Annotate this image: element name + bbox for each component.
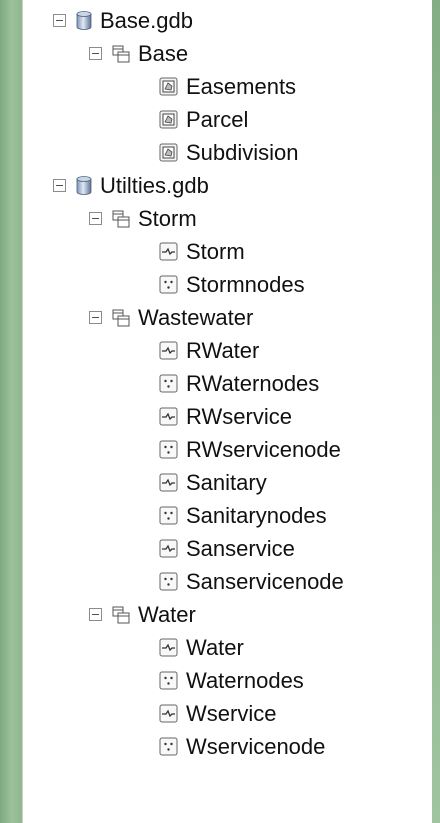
collapse-toggle-icon[interactable] [89,311,102,324]
tree-item-label: Subdivision [186,139,299,165]
polygon-feature-class-icon [159,77,178,96]
catalog-tree-panel: Base.gdb Base Easements Parcel Subdivision Ut… [22,0,434,823]
collapse-toggle-icon[interactable] [53,179,66,192]
tree-item-label: Sanservice [186,535,295,561]
database-icon [76,176,92,195]
tree-item-label: Wservice [186,700,277,726]
tree-item-label: Storm [186,238,245,264]
tree-item-storm[interactable]: Storm [23,235,433,268]
window-right-border [432,0,440,823]
point-feature-class-icon [159,374,178,393]
polygon-feature-class-icon [159,143,178,162]
tree-item-sanservice[interactable]: Sanservice [23,532,433,565]
tree-item-label: Wservicenode [186,733,326,759]
line-feature-class-icon [159,473,178,492]
tree-item-rwservicenode[interactable]: RWservicenode [23,433,433,466]
feature-dataset-icon [112,210,130,228]
window-frame: Base.gdb Base Easements Parcel Subdivision Ut… [0,0,440,823]
tree-item-sanitarynodes[interactable]: Sanitarynodes [23,499,433,532]
tree-item-label: RWservicenode [186,436,341,462]
tree-item-water[interactable]: Water [23,598,433,631]
point-feature-class-icon [159,440,178,459]
point-feature-class-icon [159,671,178,690]
tree-item-label: Storm [138,205,197,231]
tree-item-label: Base [138,40,189,66]
tree-item-wservicenode[interactable]: Wservicenode [23,730,433,763]
point-feature-class-icon [159,275,178,294]
tree-item-rwater[interactable]: RWater [23,334,433,367]
tree-item-sanservicenode[interactable]: Sanservicenode [23,565,433,598]
tree-item-label: RWservice [186,403,292,429]
tree-item-utilties-gdb[interactable]: Utilties.gdb [23,169,433,202]
tree-item-easements[interactable]: Easements [23,70,433,103]
line-feature-class-icon [159,341,178,360]
tree-item-wastewater[interactable]: Wastewater [23,301,433,334]
tree-item-label: Utilties.gdb [100,172,209,198]
tree-item-rwservice[interactable]: RWservice [23,400,433,433]
tree-item-label: Waternodes [186,667,304,693]
line-feature-class-icon [159,704,178,723]
tree-item-parcel[interactable]: Parcel [23,103,433,136]
collapse-toggle-icon[interactable] [89,608,102,621]
line-feature-class-icon [159,407,178,426]
collapse-toggle-icon[interactable] [53,14,66,27]
tree-item-label: Wastewater [138,304,254,330]
line-feature-class-icon [159,242,178,261]
tree-item-label: Sanservicenode [186,568,344,594]
tree-item-label: Sanitarynodes [186,502,327,528]
tree-item-label: Easements [186,73,297,99]
feature-dataset-icon [112,45,130,63]
tree-item-sanitary[interactable]: Sanitary [23,466,433,499]
tree-item-label: Base.gdb [100,7,193,33]
feature-dataset-icon [112,606,130,624]
polygon-feature-class-icon [159,110,178,129]
point-feature-class-icon [159,506,178,525]
tree-item-storm[interactable]: Storm [23,202,433,235]
tree-item-water[interactable]: Water [23,631,433,664]
database-icon [76,11,92,30]
tree-item-label: RWater [186,337,260,363]
tree-item-label: RWaternodes [186,370,320,396]
point-feature-class-icon [159,737,178,756]
tree-item-label: Sanitary [186,469,267,495]
tree-item-waternodes[interactable]: Waternodes [23,664,433,697]
tree-item-rwaternodes[interactable]: RWaternodes [23,367,433,400]
collapse-toggle-icon[interactable] [89,47,102,60]
tree-item-label: Stormnodes [186,271,305,297]
feature-dataset-icon [112,309,130,327]
line-feature-class-icon [159,638,178,657]
point-feature-class-icon [159,572,178,591]
line-feature-class-icon [159,539,178,558]
tree-item-base[interactable]: Base [23,37,433,70]
tree-item-wservice[interactable]: Wservice [23,697,433,730]
tree-item-subdivision[interactable]: Subdivision [23,136,433,169]
tree-item-label: Parcel [186,106,249,132]
collapse-toggle-icon[interactable] [89,212,102,225]
tree-item-label: Water [186,634,244,660]
tree-item-base-gdb[interactable]: Base.gdb [23,4,433,37]
tree-item-label: Water [138,601,196,627]
catalog-tree: Base.gdb Base Easements Parcel Subdivision Ut… [23,4,433,763]
tree-item-stormnodes[interactable]: Stormnodes [23,268,433,301]
